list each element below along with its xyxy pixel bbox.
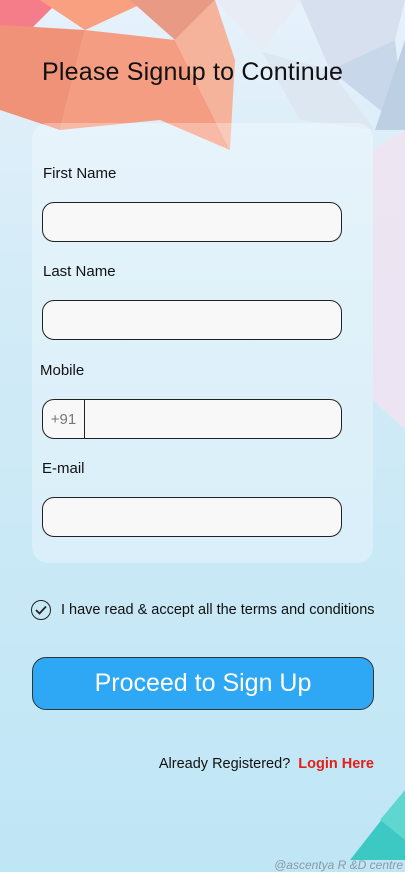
first-name-field[interactable] (42, 202, 342, 242)
login-row: Already Registered? Login Here (159, 756, 374, 772)
last-name-label: Last Name (43, 263, 116, 280)
email-field[interactable] (42, 497, 342, 537)
email-input[interactable] (43, 498, 341, 536)
check-circle-icon[interactable] (31, 600, 51, 620)
login-here-link[interactable]: Login Here (298, 756, 374, 772)
mobile-label: Mobile (40, 362, 85, 379)
first-name-label: First Name (43, 165, 117, 182)
mobile-input[interactable] (85, 400, 341, 438)
mobile-field[interactable]: +91 (42, 399, 342, 439)
first-name-input[interactable] (43, 203, 341, 241)
proceed-signup-button[interactable]: Proceed to Sign Up (32, 657, 374, 710)
page-title: Please Signup to Continue (42, 58, 344, 86)
country-code-prefix: +91 (43, 400, 85, 438)
terms-text: I have read & accept all the terms and c… (61, 602, 375, 618)
already-registered-text: Already Registered? (158, 756, 291, 772)
email-label: E-mail (42, 460, 85, 477)
last-name-input[interactable] (43, 301, 341, 339)
watermark-text: @ascentya R &D centre (274, 858, 403, 872)
last-name-field[interactable] (42, 300, 342, 340)
terms-row: I have read & accept all the terms and c… (31, 600, 375, 620)
